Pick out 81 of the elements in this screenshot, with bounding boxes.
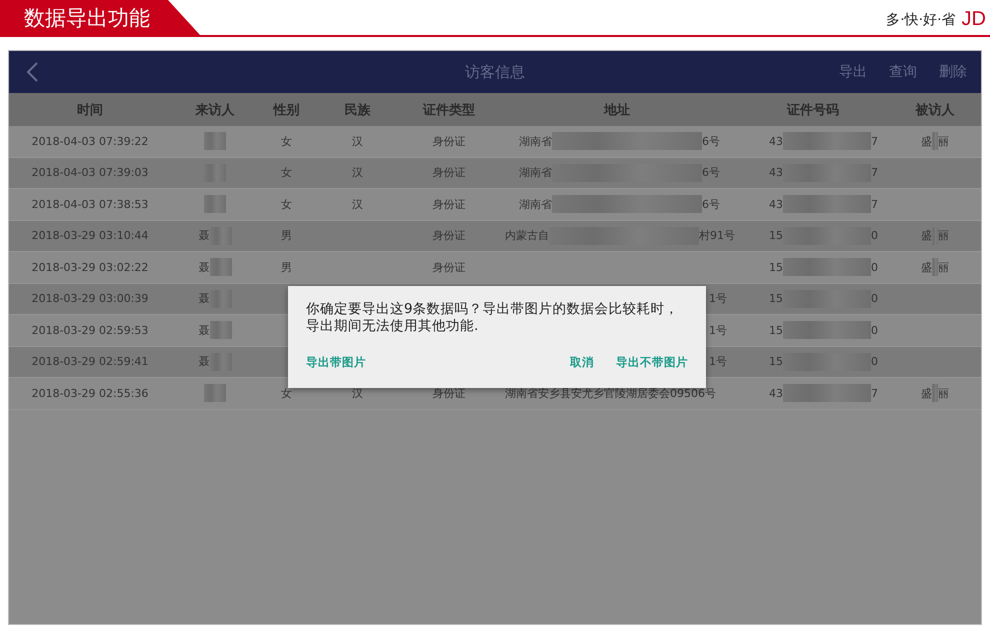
table-cell: 0 [871, 324, 878, 337]
table-cell: 聂 [198, 228, 210, 244]
table-cell: 2018-04-03 07:38:53 [32, 198, 148, 211]
table-cell: 汉 [352, 134, 363, 149]
table-cell: 6号 [702, 196, 720, 212]
column-header: 来访人 [194, 102, 236, 118]
table-cell: 2018-03-29 02:55:36 [32, 386, 148, 400]
table-cell: 43 [769, 198, 783, 211]
table-cell: 湖南省 [519, 196, 552, 212]
table-cell: 聂 [198, 322, 210, 338]
table-cell: 15 [769, 324, 783, 337]
table-cell: 身份证 [432, 165, 466, 180]
column-header: 民族 [344, 102, 372, 118]
table-cell: 聂 [198, 354, 210, 370]
table-cell: 男 [281, 260, 292, 275]
table-cell: 0 [871, 292, 878, 306]
table-cell: 湖南省 [519, 165, 552, 180]
column-header: 地址 [602, 102, 631, 118]
logo: JD [962, 8, 986, 31]
table-cell: 湖南省 [519, 134, 552, 149]
table-cell: 女 [281, 196, 292, 212]
table-cell: 盛 [921, 386, 932, 401]
table-cell: 6号 [702, 165, 720, 180]
table-cell: 0 [871, 260, 878, 274]
table-cell: 43 [769, 386, 783, 400]
table-cell: 2018-03-29 03:10:44 [32, 229, 148, 242]
table-cell: 1号 [709, 354, 727, 370]
table-cell: 身份证 [432, 260, 466, 275]
table-cell: 聂 [198, 260, 210, 275]
dialog-message: 你确定要导出这9条数据吗？导出带图片的数据会比较耗时，导出期间无法使用其他功能. [306, 301, 680, 335]
table-cell: 盛 [921, 134, 932, 149]
table-cell: 0 [871, 229, 878, 242]
app-title: 访客信息 [465, 62, 525, 82]
table-cell: 丽 [938, 134, 949, 149]
table-cell: 1号 [709, 322, 727, 338]
table-cell: 丽 [938, 386, 949, 401]
table-cell: 7 [871, 134, 878, 148]
table-cell: 2018-03-29 02:59:41 [32, 355, 148, 368]
table-cell: 汉 [352, 165, 363, 180]
table-cell: 2018-04-03 07:39:22 [32, 134, 148, 148]
table-cell: 聂 [198, 291, 210, 306]
table-cell: 汉 [352, 386, 363, 401]
table-cell: 盛 [921, 228, 932, 244]
table-cell: 15 [769, 355, 783, 368]
table-cell: 身份证 [432, 134, 466, 149]
banner-title: 数据导出功能 [0, 0, 200, 35]
table-cell: 女 [281, 134, 292, 149]
table-cell: 身份证 [432, 386, 466, 401]
table-cell: 丽 [938, 260, 949, 275]
table-cell: 盛 [921, 260, 932, 275]
table-cell: 6号 [702, 134, 720, 149]
table-cell: 丽 [938, 228, 949, 244]
column-header: 证件类型 [422, 102, 476, 118]
table-cell: 女 [281, 386, 292, 401]
slogan: 多·快·好·省 [886, 10, 956, 28]
table-cell: 村91号 [699, 228, 735, 244]
table-cell: 0 [871, 355, 878, 368]
table-cell: 内蒙古自 [505, 228, 549, 244]
table-cell: 2018-03-29 03:02:22 [32, 260, 148, 274]
table-cell: 身份证 [432, 196, 466, 212]
table-cell: 15 [769, 229, 783, 242]
table-cell: 43 [769, 134, 783, 148]
table-cell: 汉 [352, 196, 363, 212]
table-cell: 2018-03-29 02:59:53 [32, 324, 148, 337]
table-cell: 43 [769, 166, 783, 180]
column-header: 时间 [76, 102, 104, 118]
table-cell: 7 [871, 386, 878, 400]
table-cell: 7 [871, 198, 878, 211]
column-header: 证件号码 [786, 102, 840, 118]
table-cell: 15 [769, 292, 783, 306]
column-header: 被访人 [914, 102, 956, 118]
column-header: 性别 [272, 102, 300, 118]
table-cell: 湖南省安乡县安尤乡官陵湖居委会09506号 [505, 386, 716, 401]
table-cell: 2018-03-29 03:00:39 [32, 292, 148, 306]
table-cell: 2018-04-03 07:39:03 [32, 166, 148, 180]
table-cell: 7 [871, 166, 878, 180]
table-cell: 男 [281, 228, 292, 244]
table-cell: 女 [281, 165, 292, 180]
table-cell: 1号 [709, 291, 727, 306]
table-cell: 身份证 [432, 228, 466, 244]
table-cell: 15 [769, 260, 783, 274]
